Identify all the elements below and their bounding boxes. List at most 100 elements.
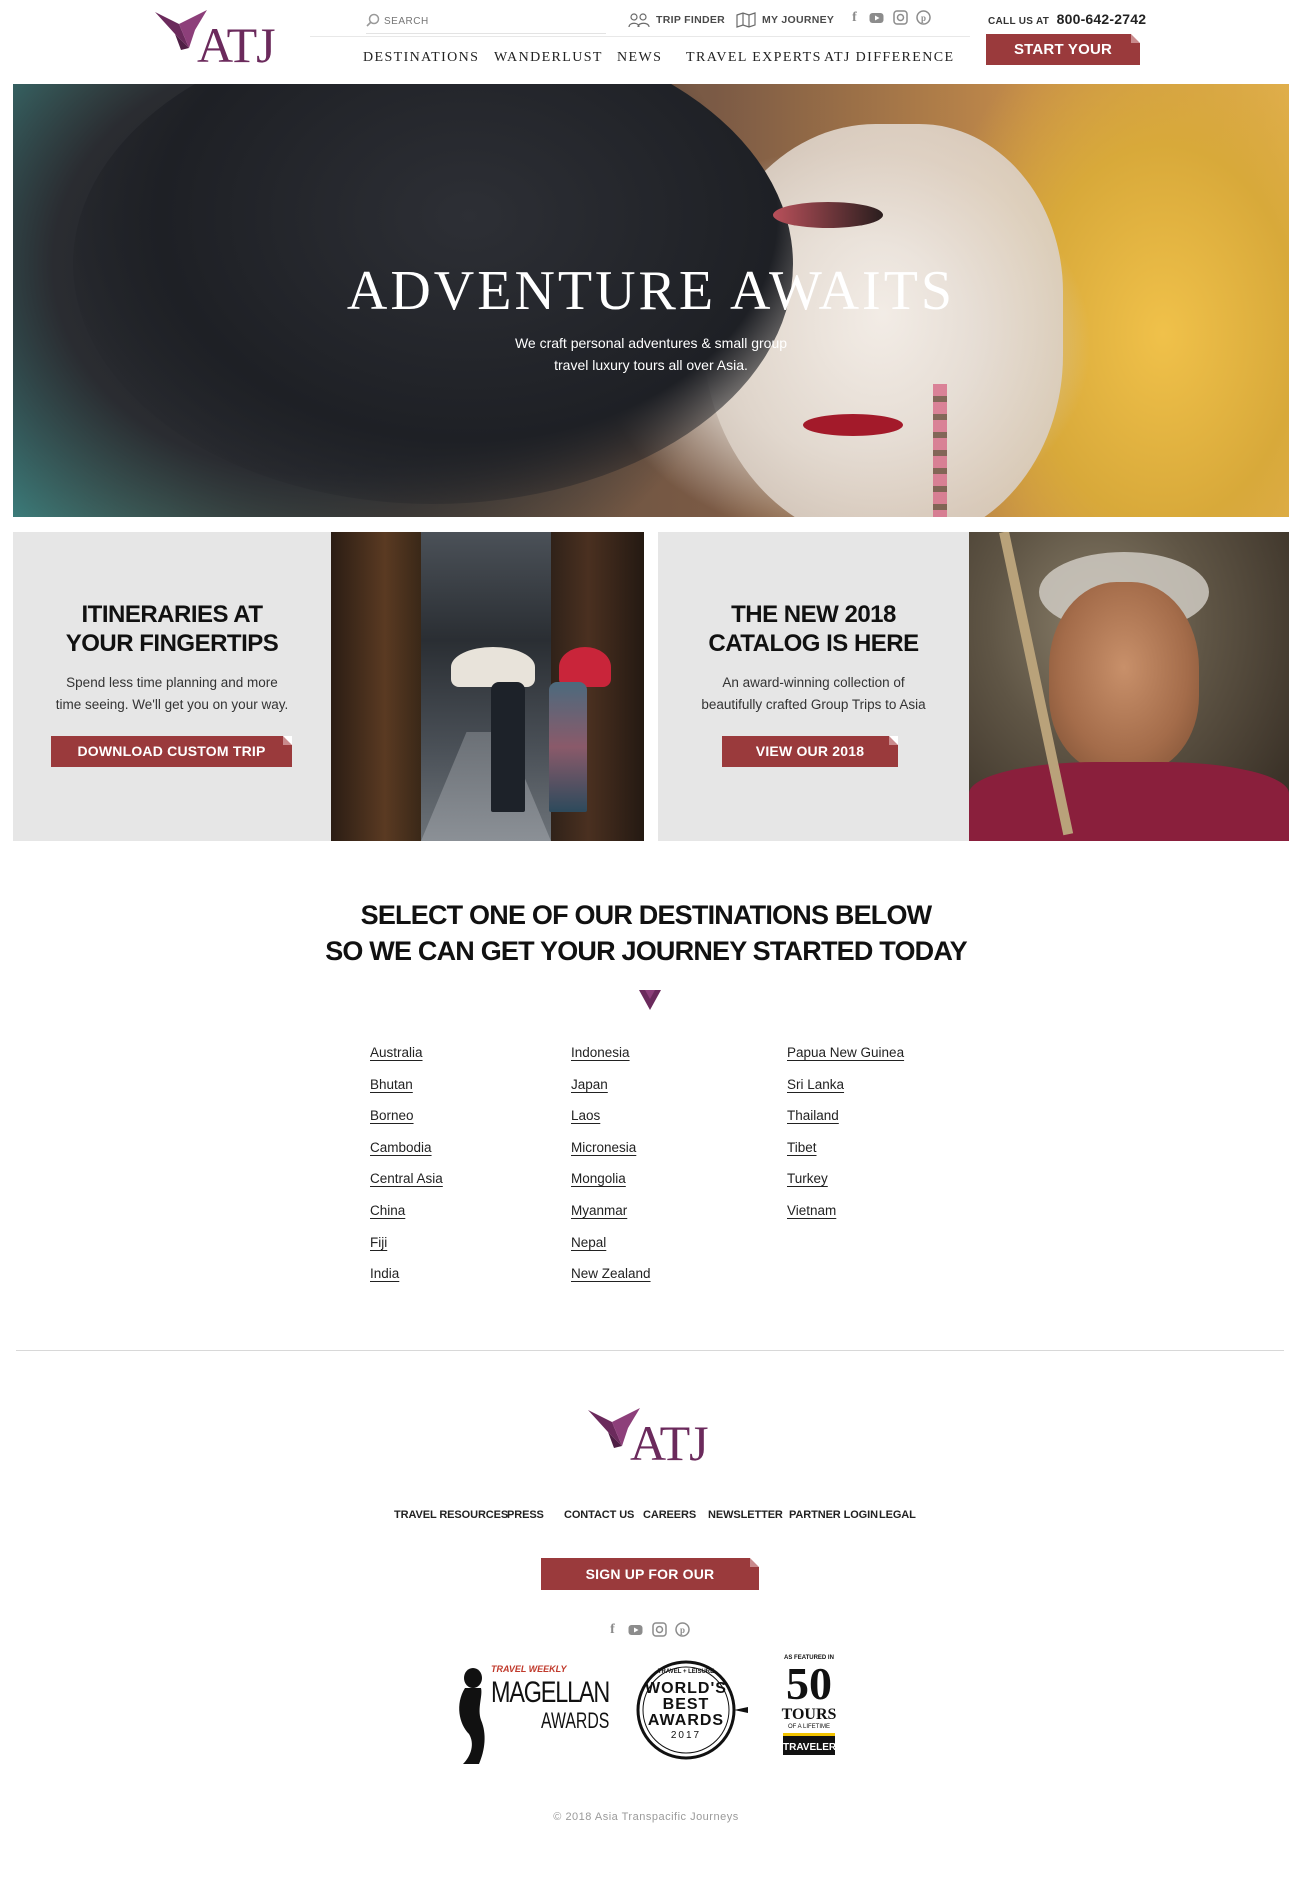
newsletter-signup-label: SIGN UP FOR OUR NEWSLETTER	[585, 1566, 715, 1582]
map-icon	[736, 12, 756, 28]
magellan-award-badge: TRAVEL WEEKLY MAGELLAN AWARDS	[455, 1664, 615, 1764]
destination-link-laos[interactable]: Laos	[571, 1108, 600, 1123]
destination-link-indonesia[interactable]: Indonesia	[571, 1045, 630, 1060]
promo1-text-line1: Spend less time planning and more	[66, 675, 278, 690]
hero-ornament	[933, 384, 947, 517]
view-catalog-label: VIEW OUR 2018 CATALOG	[755, 743, 865, 759]
trip-planner-promo: ITINERARIES AT YOUR FINGERTIPS Spend les…	[13, 532, 331, 841]
view-catalog-button[interactable]: VIEW OUR 2018 CATALOG	[722, 736, 898, 767]
destination-link-turkey[interactable]: Turkey	[787, 1171, 828, 1186]
start-journey-label: START YOUR JOURNEY	[1013, 41, 1113, 58]
promo1-text-line2: time seeing. We'll get you on your way.	[55, 697, 289, 712]
magellan-top-text: TRAVEL WEEKLY	[491, 1664, 567, 1674]
footer-link-newsletter[interactable]: NEWSLETTER	[708, 1509, 783, 1521]
destination-link-nepal[interactable]: Nepal	[571, 1235, 606, 1250]
footer-link-press[interactable]: PRESS	[507, 1509, 544, 1521]
destination-link-bhutan[interactable]: Bhutan	[370, 1077, 413, 1092]
catalog-promo: THE NEW 2018 CATALOG IS HERE An award-wi…	[658, 532, 969, 841]
download-trip-planner-button[interactable]: DOWNLOAD CUSTOM TRIP PLANNER	[51, 736, 292, 767]
pinterest-icon[interactable]: p	[916, 10, 931, 25]
magellan-figure-icon	[459, 1668, 485, 1764]
my-journey-label: MY JOURNEY	[762, 13, 835, 26]
kyoto-street-photo	[331, 532, 644, 841]
red-umbrella-shape	[559, 647, 611, 687]
start-journey-button[interactable]: START YOUR JOURNEY	[986, 34, 1140, 65]
destination-link-myanmar[interactable]: Myanmar	[571, 1203, 627, 1218]
worlds-best-line2: BEST	[662, 1696, 710, 1713]
atj-logo[interactable]: ATJ	[155, 8, 285, 78]
footer-link-contact-us[interactable]: CONTACT US	[564, 1509, 634, 1521]
destination-link-sri-lanka[interactable]: Sri Lanka	[787, 1077, 844, 1092]
phone-number[interactable]: 800-642-2742	[1057, 11, 1147, 27]
hero-banner: Adventure Awaits We craft personal adven…	[13, 84, 1289, 517]
destination-link-cambodia[interactable]: Cambodia	[370, 1140, 432, 1155]
footer-youtube-icon[interactable]	[628, 1622, 643, 1637]
search-input[interactable]	[384, 12, 584, 30]
my-journey-link[interactable]: MY JOURNEY	[736, 12, 834, 28]
fifty-tours-word: TOURS	[781, 1706, 837, 1723]
promo2-title-line2: CATALOG IS HERE	[708, 630, 919, 657]
hero-subtitle-line2: travel luxury tours all over Asia.	[554, 357, 748, 373]
header-divider	[310, 36, 970, 37]
hero-subtitle-line1: We craft personal adventures & small gro…	[514, 335, 788, 351]
footer-link-travel-resources[interactable]: TRAVEL RESOURCES	[394, 1509, 508, 1521]
destination-link-tibet[interactable]: Tibet	[787, 1140, 817, 1155]
promo1-title-line2: YOUR FINGERTIPS	[65, 630, 279, 657]
youtube-icon[interactable]	[869, 10, 884, 25]
fifty-tours-number: 50	[786, 1658, 832, 1709]
destinations-heading-line2: SO WE CAN GET YOUR JOURNEY STARTED TODAY	[325, 936, 967, 966]
footer-link-careers[interactable]: CAREERS	[643, 1509, 696, 1521]
nav-news[interactable]: NEWS	[617, 50, 662, 66]
destination-link-mongolia[interactable]: Mongolia	[571, 1171, 626, 1186]
newsletter-signup-button[interactable]: SIGN UP FOR OUR NEWSLETTER	[541, 1558, 759, 1590]
promo2-text-line1: An award-winning collection of	[722, 675, 905, 690]
worlds-best-line3: AWARDS	[647, 1712, 725, 1729]
promo2-title-line1: THE NEW 2018	[731, 601, 896, 628]
site-header: ATJ TRIP FINDER MY JOURNEY f p	[0, 0, 1292, 84]
destination-link-china[interactable]: China	[370, 1203, 405, 1218]
destination-link-india[interactable]: India	[370, 1266, 399, 1281]
destination-link-central-asia[interactable]: Central Asia	[370, 1171, 443, 1186]
search-bar[interactable]	[366, 12, 606, 34]
destination-link-fiji[interactable]: Fiji	[370, 1235, 387, 1250]
magellan-main-text: MAGELLAN	[491, 1676, 610, 1709]
promo1-title-line1: ITINERARIES AT	[81, 601, 263, 628]
nav-destinations[interactable]: DESTINATIONS	[363, 50, 479, 66]
nav-travel-experts[interactable]: TRAVEL EXPERTS	[686, 50, 822, 66]
trip-finder-link[interactable]: TRIP FINDER	[628, 12, 725, 28]
traveler-logo: TRAVELER	[783, 1733, 836, 1755]
svg-text:p: p	[680, 1625, 685, 1635]
hero-lips-shape	[803, 414, 903, 436]
search-icon	[366, 13, 380, 27]
footer-link-legal[interactable]: LEGAL	[879, 1509, 916, 1521]
footer-instagram-icon[interactable]	[652, 1622, 667, 1637]
destination-link-thailand[interactable]: Thailand	[787, 1108, 839, 1123]
nav-atj-difference[interactable]: ATJ DIFFERENCE	[824, 50, 954, 66]
fifty-tours-small: OF A LIFETIME	[787, 1724, 830, 1730]
copyright-text: © 2018 Asia Transpacific Journeys	[553, 1811, 739, 1823]
destination-link-borneo[interactable]: Borneo	[370, 1108, 414, 1123]
nav-wanderlust[interactable]: WANDERLUST	[494, 50, 603, 66]
destination-link-vietnam[interactable]: Vietnam	[787, 1203, 836, 1218]
call-us: CALL US AT 800-642-2742	[988, 11, 1146, 29]
worlds-best-award-badge: TRAVEL + LEISURE WORLD'S BEST AWARDS 201…	[632, 1655, 752, 1765]
facebook-icon[interactable]: f	[847, 10, 862, 25]
footer-atj-logo[interactable]: ATJ	[588, 1406, 718, 1476]
destination-link-australia[interactable]: Australia	[370, 1045, 423, 1060]
hero-title: Adventure Awaits	[346, 260, 956, 322]
footer-facebook-icon[interactable]: f	[605, 1622, 620, 1637]
footer-pinterest-icon[interactable]: p	[675, 1622, 690, 1637]
promo2-text-line2: beautifully crafted Group Trips to Asia	[701, 697, 926, 712]
destination-link-papua-new-guinea[interactable]: Papua New Guinea	[787, 1045, 904, 1060]
svg-text:p: p	[921, 13, 926, 23]
worlds-best-line1: WORLD'S	[645, 1680, 727, 1697]
destination-link-new-zealand[interactable]: New Zealand	[571, 1266, 651, 1281]
fifty-tours-badge: AS FEATURED IN 50 TOURS OF A LIFETIME TR…	[777, 1655, 847, 1765]
hero-eye-shape	[773, 202, 883, 228]
destination-link-japan[interactable]: Japan	[571, 1077, 608, 1092]
instagram-icon[interactable]	[893, 10, 908, 25]
footer-link-partner-login[interactable]: PARTNER LOGIN	[789, 1509, 878, 1521]
destination-link-micronesia[interactable]: Micronesia	[571, 1140, 636, 1155]
logo-text: ATJ	[197, 17, 276, 73]
trip-finder-label: TRIP FINDER	[656, 13, 726, 26]
